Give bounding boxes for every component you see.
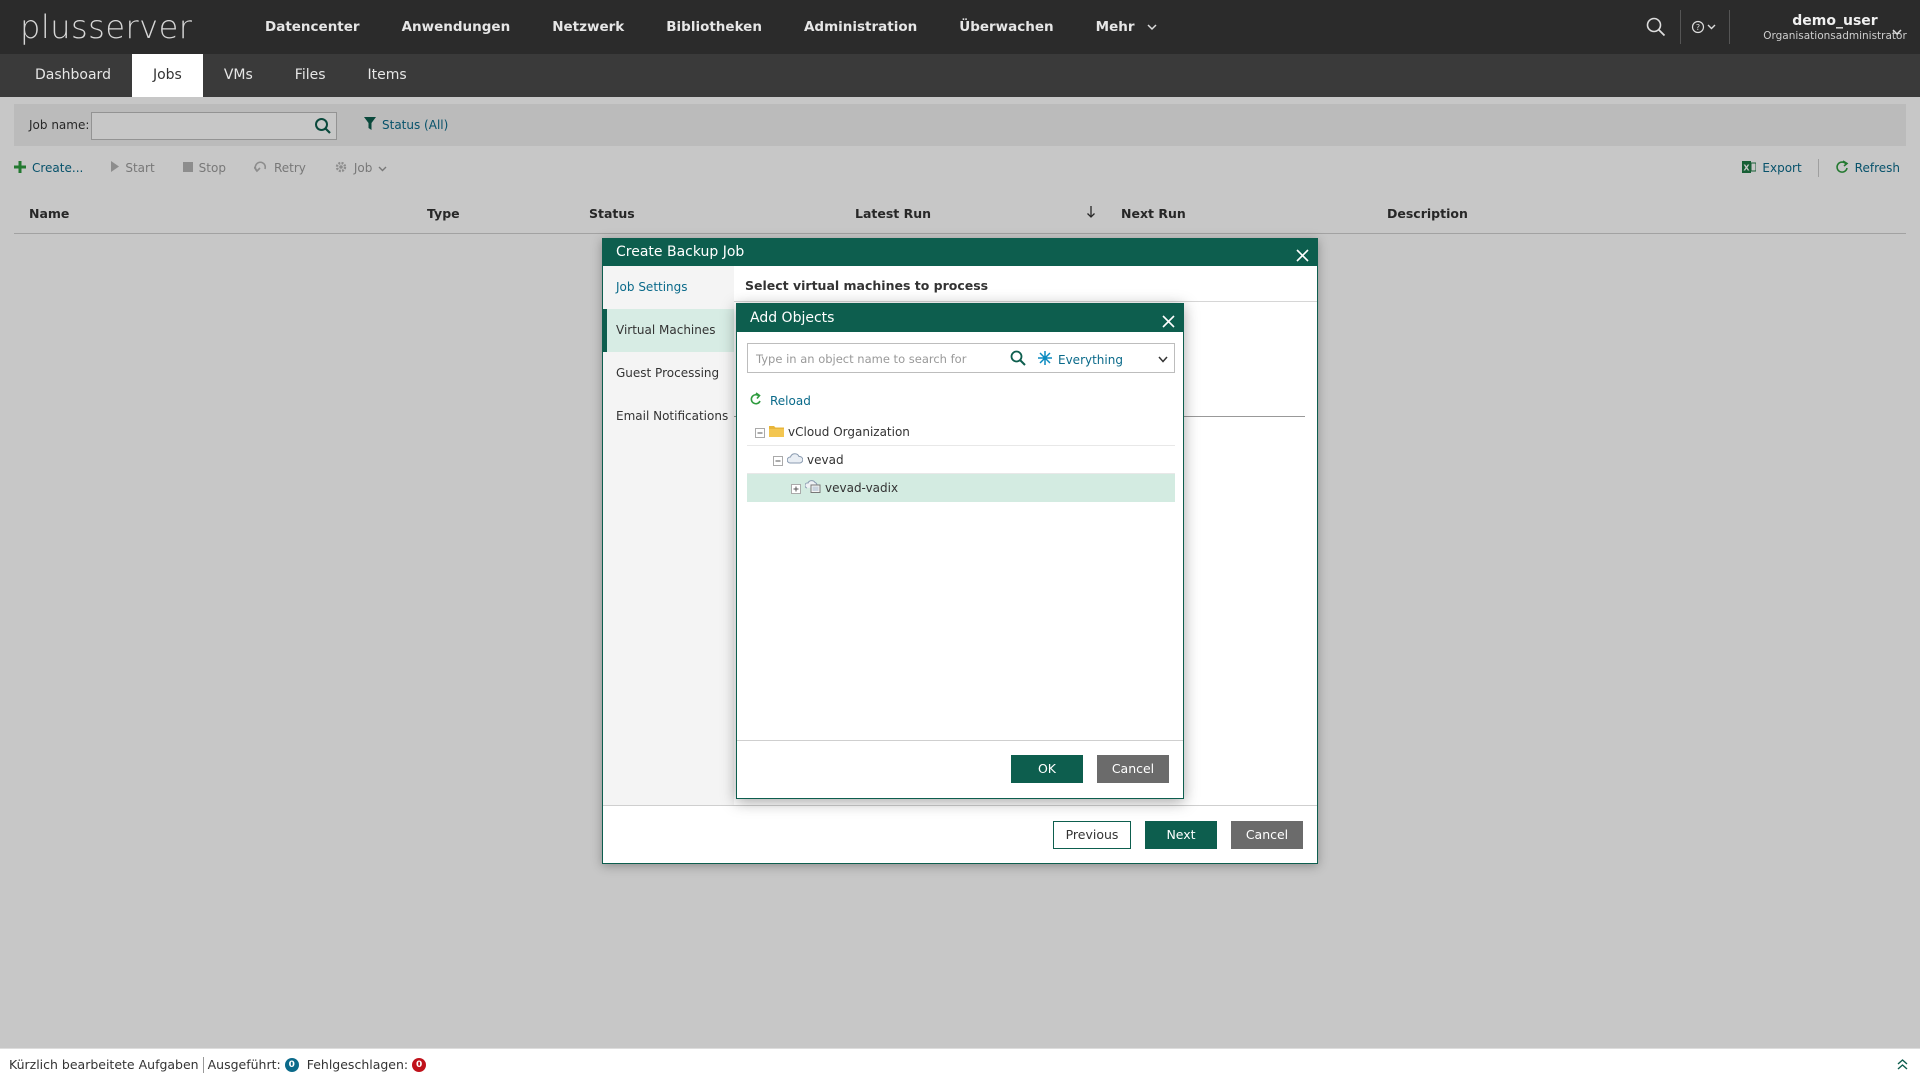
- nav-bibliotheken-label: Bibliotheken: [666, 19, 762, 35]
- reload-label: Reload: [770, 393, 811, 408]
- recent-tasks-link[interactable]: Kürzlich bearbeitete Aufgaben: [9, 1057, 199, 1072]
- nav-administration-label: Administration: [803, 19, 918, 35]
- next-button[interactable]: Next: [1145, 821, 1217, 849]
- dialog-titlebar: Add Objects: [737, 304, 1183, 332]
- tree-node-vcloud-organization[interactable]: vCloud Organization: [747, 418, 1175, 446]
- nav-bibliotheken[interactable]: Bibliotheken: [645, 19, 783, 35]
- executed-label: Ausgeführt:: [207, 1057, 281, 1072]
- sub-tab-bar: Dashboard Jobs VMs Files Items: [0, 54, 1920, 97]
- nav-mehr-label: Mehr: [1095, 19, 1135, 35]
- tree-node-label: vevad-vadix: [825, 480, 899, 495]
- cloud-icon: [786, 452, 804, 467]
- divider: [734, 301, 1317, 302]
- chevron-down-icon: [1146, 19, 1157, 35]
- tree-node-vevad-vadix[interactable]: vevad-vadix: [747, 474, 1175, 502]
- refresh-icon: [749, 392, 770, 409]
- tab-items[interactable]: Items: [347, 54, 428, 97]
- top-right-controls: ? demo_user Organisationsadministrator: [1632, 0, 1920, 54]
- ok-button[interactable]: OK: [1011, 755, 1083, 783]
- chevron-down-icon[interactable]: [1158, 352, 1168, 367]
- search-icon[interactable]: [1010, 350, 1026, 370]
- object-type-filter[interactable]: Everything: [1038, 351, 1123, 368]
- failed-count-badge: 0: [412, 1057, 427, 1072]
- step-job-settings[interactable]: Job Settings: [603, 266, 734, 309]
- tab-jobs[interactable]: Jobs: [131, 54, 203, 97]
- dialog-title: Create Backup Job: [616, 244, 745, 260]
- svg-text:?: ?: [1696, 23, 1700, 32]
- plusserver-logo[interactable]: plusserver: [20, 8, 192, 46]
- cancel-button[interactable]: Cancel: [1231, 821, 1303, 849]
- object-type-value: Everything: [1058, 352, 1123, 367]
- nav-datencenter[interactable]: Datencenter: [244, 19, 381, 35]
- step-email-notifications[interactable]: Email Notifications: [603, 395, 734, 438]
- previous-button[interactable]: Previous: [1053, 821, 1131, 849]
- tab-files[interactable]: Files: [274, 54, 347, 97]
- tab-dashboard[interactable]: Dashboard: [14, 54, 132, 97]
- dialog-footer: OK Cancel: [737, 740, 1183, 798]
- object-search-field[interactable]: Type in an object name to search for Eve…: [747, 343, 1175, 373]
- dialog-title: Add Objects: [750, 310, 835, 326]
- folder-icon: [769, 424, 784, 440]
- wizard-steps: Job Settings Virtual Machines Guest Proc…: [603, 266, 734, 805]
- tree-node-vevad[interactable]: vevad: [747, 446, 1175, 474]
- nav-netzwerk-label: Netzwerk: [552, 19, 625, 35]
- close-icon[interactable]: [1162, 310, 1175, 338]
- step-virtual-machines[interactable]: Virtual Machines: [603, 309, 734, 352]
- dialog-titlebar: Create Backup Job: [603, 239, 1317, 266]
- collapse-icon[interactable]: [773, 455, 783, 466]
- tree-node-label: vevad: [807, 452, 844, 467]
- chevron-down-icon: [1892, 25, 1902, 40]
- nav-netzwerk[interactable]: Netzwerk: [531, 19, 645, 35]
- nav-mehr[interactable]: Mehr: [1075, 19, 1178, 35]
- search-input[interactable]: Type in an object name to search for: [756, 352, 966, 366]
- failed-label: Fehlgeschlagen:: [306, 1057, 409, 1072]
- add-objects-dialog: Add Objects Type in an object name to se…: [736, 303, 1184, 799]
- executed-count-badge: 0: [284, 1057, 299, 1072]
- dialog-footer: Previous Next Cancel: [603, 805, 1317, 863]
- expand-up-icon[interactable]: [1897, 1058, 1908, 1073]
- help-icon[interactable]: ?: [1681, 0, 1729, 54]
- tree-node-label: vCloud Organization: [788, 424, 910, 439]
- main-menu: Datencenter Anwendungen Netzwerk Bibliot…: [244, 0, 1178, 54]
- search-icon[interactable]: [1632, 0, 1680, 54]
- vapp-icon: [804, 479, 821, 496]
- nav-datencenter-label: Datencenter: [265, 19, 360, 35]
- tab-vms[interactable]: VMs: [203, 54, 274, 97]
- step-guest-processing[interactable]: Guest Processing: [603, 352, 734, 395]
- collapse-icon[interactable]: [755, 427, 765, 438]
- nav-anwendungen[interactable]: Anwendungen: [381, 19, 532, 35]
- user-menu[interactable]: demo_user Organisationsadministrator: [1730, 13, 1920, 42]
- nav-administration[interactable]: Administration: [783, 19, 938, 35]
- nav-ueberwachen-label: Überwachen: [959, 19, 1054, 35]
- nav-ueberwachen[interactable]: Überwachen: [938, 19, 1074, 35]
- top-navigation-bar: plusserver Datencenter Anwendungen Netzw…: [0, 0, 1920, 54]
- expand-icon[interactable]: [791, 483, 801, 494]
- reload-button[interactable]: Reload: [749, 392, 811, 409]
- divider: [202, 1056, 204, 1073]
- object-tree: vCloud Organization vevad vevad-vadix: [747, 418, 1175, 502]
- nav-anwendungen-label: Anwendungen: [401, 19, 511, 35]
- step-heading: Select virtual machines to process: [745, 278, 989, 293]
- asterisk-icon: [1038, 351, 1058, 368]
- status-bar: Kürzlich bearbeitete Aufgaben Ausgeführt…: [0, 1048, 1920, 1080]
- cancel-button[interactable]: Cancel: [1097, 755, 1169, 783]
